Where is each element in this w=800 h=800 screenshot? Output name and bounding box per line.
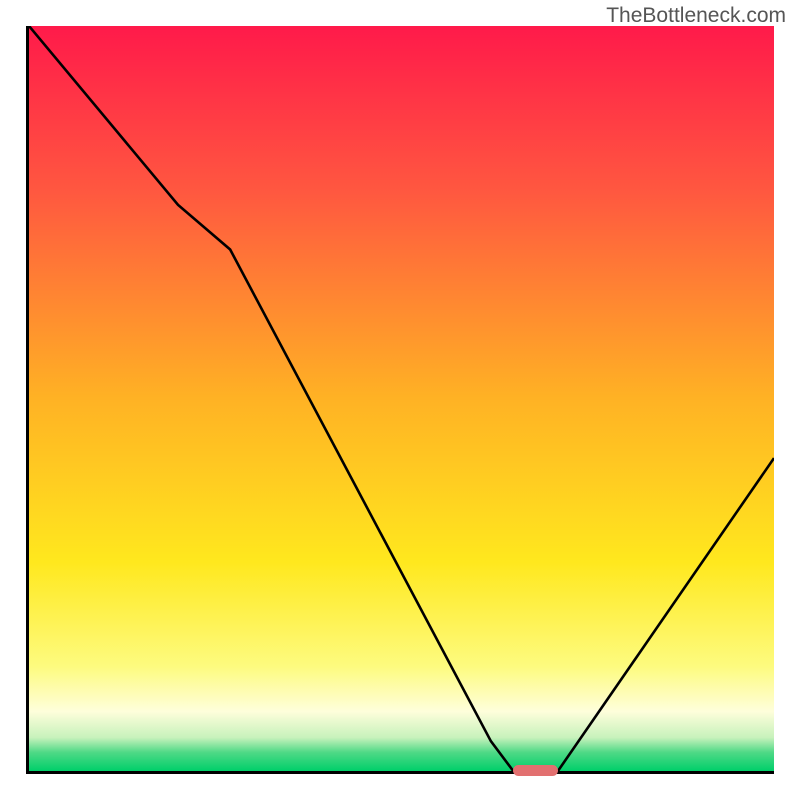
bottleneck-curve (29, 26, 774, 771)
watermark-text: TheBottleneck.com (606, 4, 786, 28)
plot-area (26, 26, 774, 774)
optimal-marker (513, 765, 558, 776)
